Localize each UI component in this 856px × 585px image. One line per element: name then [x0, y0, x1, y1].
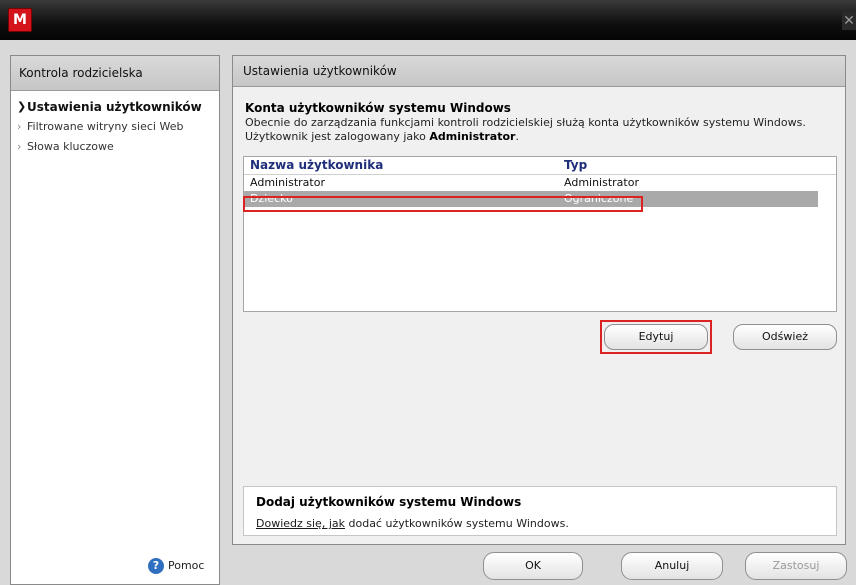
sidebar: Kontrola rodzicielska ❯ Ustawienia użytk… — [10, 55, 220, 585]
row-type: Administrator — [564, 176, 639, 189]
description-line-2: Użytkownik jest zalogowany jako Administ… — [245, 130, 519, 143]
add-users-text: Dowiedz się, jak dodać użytkowników syst… — [256, 517, 569, 530]
sidebar-item-keywords[interactable]: › Słowa kluczowe — [11, 137, 219, 157]
sidebar-item-label: Ustawienia użytkowników — [27, 100, 202, 114]
refresh-button[interactable]: Odśwież — [733, 324, 837, 350]
chevron-right-icon: › — [17, 120, 22, 133]
learn-how-link[interactable]: Dowiedz się, jak — [256, 517, 345, 530]
help-label: Pomoc — [168, 559, 205, 572]
title-bar: M ✕ — [0, 0, 856, 40]
user-accounts-table[interactable]: Nazwa użytkownika Typ Administrator Admi… — [243, 156, 837, 312]
row-username: Administrator — [250, 176, 325, 189]
logged-user-name: Administrator — [429, 130, 516, 143]
row-username: Dziecko — [250, 192, 293, 205]
sidebar-item-label: Słowa kluczowe — [27, 140, 114, 153]
close-icon[interactable]: ✕ — [842, 12, 856, 30]
table-row[interactable]: Administrator Administrator — [244, 175, 836, 191]
app-logo: M — [8, 8, 32, 32]
chevron-right-icon: › — [17, 140, 22, 153]
edit-button[interactable]: Edytuj — [604, 324, 708, 350]
sidebar-item-user-settings[interactable]: ❯ Ustawienia użytkowników — [11, 97, 219, 117]
description-line-1: Obecnie do zarządzania funkcjami kontrol… — [245, 116, 806, 129]
description-prefix: Użytkownik jest zalogowany jako — [245, 130, 430, 143]
help-link[interactable]: ? Pomoc — [148, 556, 204, 576]
sidebar-item-label: Filtrowane witryny sieci Web — [27, 120, 184, 133]
help-icon: ? — [148, 558, 164, 574]
description-suffix: . — [515, 130, 519, 143]
panel-title: Ustawienia użytkowników — [233, 56, 845, 87]
section-title: Konta użytkowników systemu Windows — [245, 101, 511, 115]
add-users-section: Dodaj użytkowników systemu Windows Dowie… — [243, 486, 837, 536]
add-users-title: Dodaj użytkowników systemu Windows — [256, 495, 522, 509]
ok-button[interactable]: OK — [483, 552, 583, 580]
sidebar-title: Kontrola rodzicielska — [11, 56, 219, 91]
main-panel: Ustawienia użytkowników Konta użytkownik… — [232, 55, 846, 545]
column-header-type[interactable]: Typ — [564, 157, 587, 173]
cancel-button[interactable]: Anuluj — [621, 552, 723, 580]
chevron-right-icon: ❯ — [17, 100, 27, 113]
apply-button[interactable]: Zastosuj — [745, 552, 847, 580]
table-header: Nazwa użytkownika Typ — [244, 157, 836, 175]
table-row-selected[interactable]: Dziecko Ograniczone — [244, 191, 818, 207]
row-type: Ograniczone — [564, 192, 634, 205]
sidebar-item-filtered-sites[interactable]: › Filtrowane witryny sieci Web — [11, 117, 219, 137]
column-header-username[interactable]: Nazwa użytkownika — [250, 157, 383, 173]
add-users-suffix: dodać użytkowników systemu Windows. — [345, 517, 569, 530]
